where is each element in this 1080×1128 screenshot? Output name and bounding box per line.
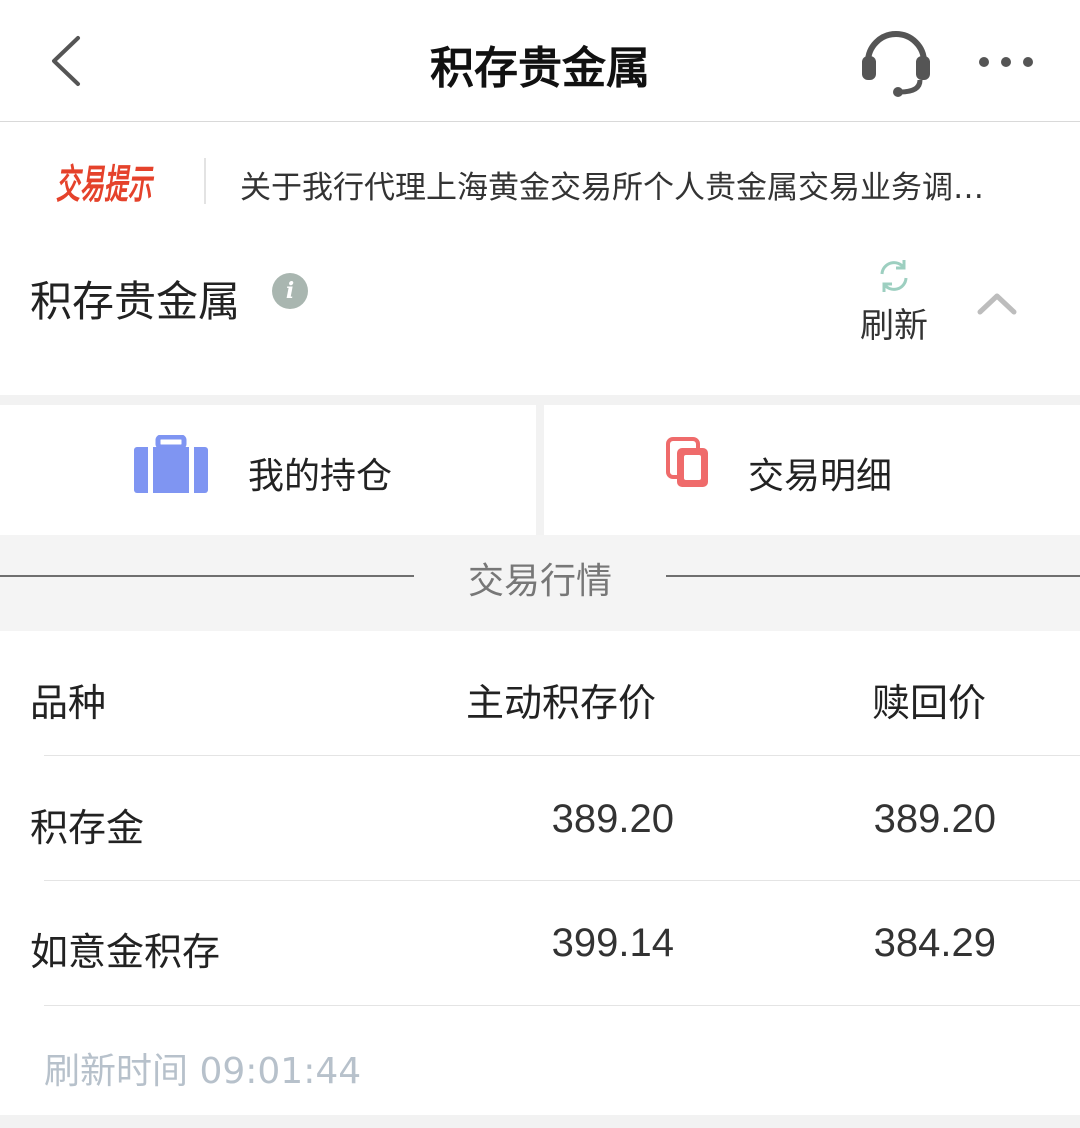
market-divider-left: [0, 575, 414, 577]
row-buy-price: 399.14: [551, 921, 674, 965]
row-variety-name[interactable]: 如意金积存: [30, 921, 220, 976]
my-holdings-tile[interactable]: 我的持仓: [0, 405, 536, 535]
table-divider: [44, 1005, 1080, 1006]
briefcase-icon: [134, 435, 208, 493]
row-buy-price: 389.20: [551, 797, 674, 841]
more-dots-icon: [979, 57, 1033, 67]
bottom-gap: [0, 1115, 1080, 1128]
collapse-button[interactable]: [972, 282, 1022, 322]
row-variety-name[interactable]: 积存金: [30, 797, 144, 852]
refresh-time-label: 刷新时间 09:01:44: [44, 1051, 362, 1092]
trade-details-label: 交易明细: [748, 456, 893, 497]
notice-divider: [204, 158, 206, 204]
notice-badge-logo: 交易提示: [56, 156, 156, 208]
column-header-variety: 品种: [30, 681, 107, 725]
notice-text[interactable]: 关于我行代理上海黄金交易所个人贵金属交易业务调…: [240, 162, 1040, 207]
column-header-redeem-price: 赎回价: [872, 681, 987, 725]
customer-service-button[interactable]: [858, 26, 934, 98]
more-button[interactable]: [970, 40, 1042, 84]
row-redeem-price: 389.20: [873, 797, 996, 841]
headset-icon: [862, 31, 930, 97]
trade-details-tile[interactable]: 交易明细: [544, 405, 1080, 535]
my-holdings-label: 我的持仓: [248, 456, 393, 497]
table-divider: [44, 755, 1080, 756]
refresh-label: 刷新: [860, 306, 928, 346]
chevron-up-icon: [977, 293, 1017, 315]
refresh-button[interactable]: 刷新: [852, 254, 936, 346]
market-divider-right: [666, 575, 1080, 577]
copy-icon: [666, 437, 708, 487]
market-title: 交易行情: [467, 561, 612, 602]
section-gap: [0, 395, 1080, 405]
section-title: 积存贵金属: [30, 277, 241, 326]
row-redeem-price: 384.29: [873, 921, 996, 965]
info-icon[interactable]: i: [272, 273, 308, 309]
column-header-buy-price: 主动积存价: [466, 681, 657, 725]
refresh-icon: [880, 260, 908, 292]
notice-badge-text: 交易提示: [56, 163, 154, 207]
table-divider: [44, 880, 1080, 881]
